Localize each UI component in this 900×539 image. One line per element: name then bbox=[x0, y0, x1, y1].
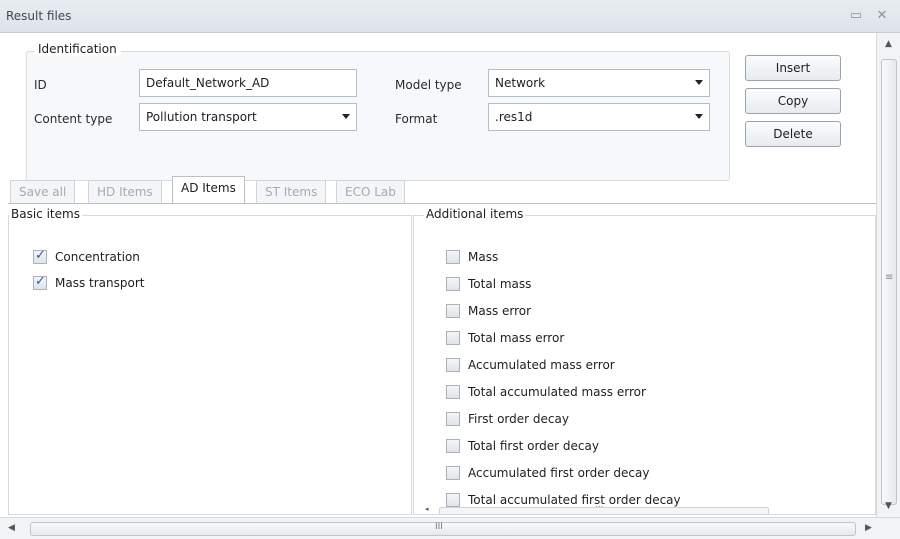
tab-ad-items[interactable]: AD Items bbox=[172, 176, 245, 206]
format-label: Format bbox=[395, 112, 438, 126]
tab-st-items[interactable]: ST Items bbox=[256, 180, 327, 205]
checkbox-label: Total accumulated mass error bbox=[468, 385, 646, 399]
checkbox-label: Mass transport bbox=[55, 276, 145, 290]
id-label: ID bbox=[34, 78, 47, 92]
chevron-down-icon bbox=[695, 80, 703, 85]
copy-button[interactable]: Copy bbox=[745, 88, 841, 114]
tab-save-all[interactable]: Save all bbox=[10, 180, 76, 205]
checkbox-label: Total mass error bbox=[468, 331, 565, 345]
model-type-label: Model type bbox=[395, 78, 462, 92]
tab-hd-items[interactable]: HD Items bbox=[88, 180, 162, 205]
content-type-select[interactable]: Pollution transport bbox=[139, 103, 357, 131]
close-icon[interactable]: ✕ bbox=[874, 8, 890, 24]
additional-items-scroll-thumb[interactable]: ... bbox=[439, 500, 769, 515]
basic-items-group: Basic items Concentration Mass transport bbox=[8, 207, 412, 515]
insert-button[interactable]: Insert bbox=[745, 55, 841, 81]
vertical-scroll-thumb[interactable]: ≡ bbox=[881, 59, 897, 505]
content-type-label: Content type bbox=[34, 112, 113, 126]
format-value: .res1d bbox=[495, 110, 533, 124]
additional-items-legend: Additional items bbox=[424, 207, 526, 221]
checkbox-label: First order decay bbox=[468, 412, 569, 426]
checkbox-total-mass[interactable]: Total mass bbox=[446, 275, 531, 293]
checkbox-mass-transport[interactable]: Mass transport bbox=[33, 274, 144, 292]
model-type-select[interactable]: Network bbox=[488, 69, 710, 97]
scroll-grip: ... bbox=[595, 500, 604, 510]
checkbox-unchecked-icon bbox=[446, 304, 460, 318]
additional-items-hscroll[interactable]: ◂ ... bbox=[415, 500, 875, 517]
checkbox-checked-icon bbox=[33, 274, 47, 290]
ad-items-panel: Basic items Concentration Mass transport… bbox=[8, 203, 876, 517]
checkbox-accumulated-mass-error[interactable]: Accumulated mass error bbox=[446, 356, 615, 374]
checkbox-unchecked-icon bbox=[446, 385, 460, 399]
scroll-up-icon[interactable]: ▲ bbox=[885, 39, 892, 49]
horizontal-scroll-thumb[interactable]: III bbox=[30, 522, 856, 536]
content-type-value: Pollution transport bbox=[146, 110, 257, 124]
id-field[interactable]: Default_Network_AD bbox=[139, 69, 357, 97]
checkbox-unchecked-icon bbox=[446, 277, 460, 291]
checkbox-total-first-order-decay[interactable]: Total first order decay bbox=[446, 437, 599, 455]
checkbox-label: Total mass bbox=[468, 277, 532, 291]
checkbox-total-accumulated-mass-error[interactable]: Total accumulated mass error bbox=[446, 383, 646, 401]
delete-button[interactable]: Delete bbox=[745, 121, 841, 147]
basic-items-legend: Basic items bbox=[9, 207, 82, 221]
checkbox-label: Mass bbox=[468, 250, 499, 264]
checkbox-label: Total first order decay bbox=[468, 439, 599, 453]
content-area: Identification ID Default_Network_AD Con… bbox=[0, 33, 876, 517]
scroll-right-icon[interactable]: ▶ bbox=[865, 523, 872, 533]
checkbox-mass-error[interactable]: Mass error bbox=[446, 302, 531, 320]
chevron-down-icon bbox=[695, 114, 703, 119]
scroll-grip: III bbox=[435, 522, 443, 532]
checkbox-label: Concentration bbox=[55, 250, 140, 264]
checkbox-concentration[interactable]: Concentration bbox=[33, 248, 140, 266]
checkbox-unchecked-icon bbox=[446, 331, 460, 345]
checkbox-unchecked-icon bbox=[446, 358, 460, 372]
format-select[interactable]: .res1d bbox=[488, 103, 710, 131]
checkbox-unchecked-icon bbox=[446, 439, 460, 453]
checkbox-mass[interactable]: Mass bbox=[446, 248, 498, 266]
identification-legend: Identification bbox=[34, 42, 121, 56]
checkbox-accumulated-first-order-decay[interactable]: Accumulated first order decay bbox=[446, 464, 649, 482]
checkbox-label: Mass error bbox=[468, 304, 532, 318]
checkbox-label: Accumulated first order decay bbox=[468, 466, 650, 480]
scroll-down-icon[interactable]: ▼ bbox=[885, 501, 892, 511]
window-title: Result files bbox=[6, 9, 72, 23]
restore-icon[interactable]: ▭ bbox=[848, 8, 864, 24]
model-type-value: Network bbox=[495, 76, 546, 90]
scroll-left-icon[interactable]: ◀ bbox=[8, 523, 15, 533]
tab-eco-lab[interactable]: ECO Lab bbox=[336, 180, 405, 205]
window-titlebar: Result files ▭ ✕ bbox=[0, 0, 900, 33]
scroll-left-icon[interactable]: ◂ bbox=[425, 505, 429, 513]
checkbox-unchecked-icon bbox=[446, 466, 460, 480]
scroll-grip-icon: ≡ bbox=[885, 272, 894, 283]
horizontal-scrollbar[interactable]: ◀ III ▶ bbox=[0, 517, 900, 539]
id-field-value: Default_Network_AD bbox=[146, 76, 270, 90]
additional-items-group: Additional items Mass Total mass Mass er… bbox=[413, 207, 876, 515]
checkbox-checked-icon bbox=[33, 248, 47, 264]
checkbox-unchecked-icon bbox=[446, 412, 460, 426]
checkbox-unchecked-icon bbox=[446, 250, 460, 264]
checkbox-first-order-decay[interactable]: First order decay bbox=[446, 410, 569, 428]
vertical-scrollbar[interactable]: ▲ ≡ ▼ bbox=[876, 33, 900, 517]
checkbox-total-mass-error[interactable]: Total mass error bbox=[446, 329, 564, 347]
checkbox-label: Accumulated mass error bbox=[468, 358, 615, 372]
chevron-down-icon bbox=[342, 114, 350, 119]
